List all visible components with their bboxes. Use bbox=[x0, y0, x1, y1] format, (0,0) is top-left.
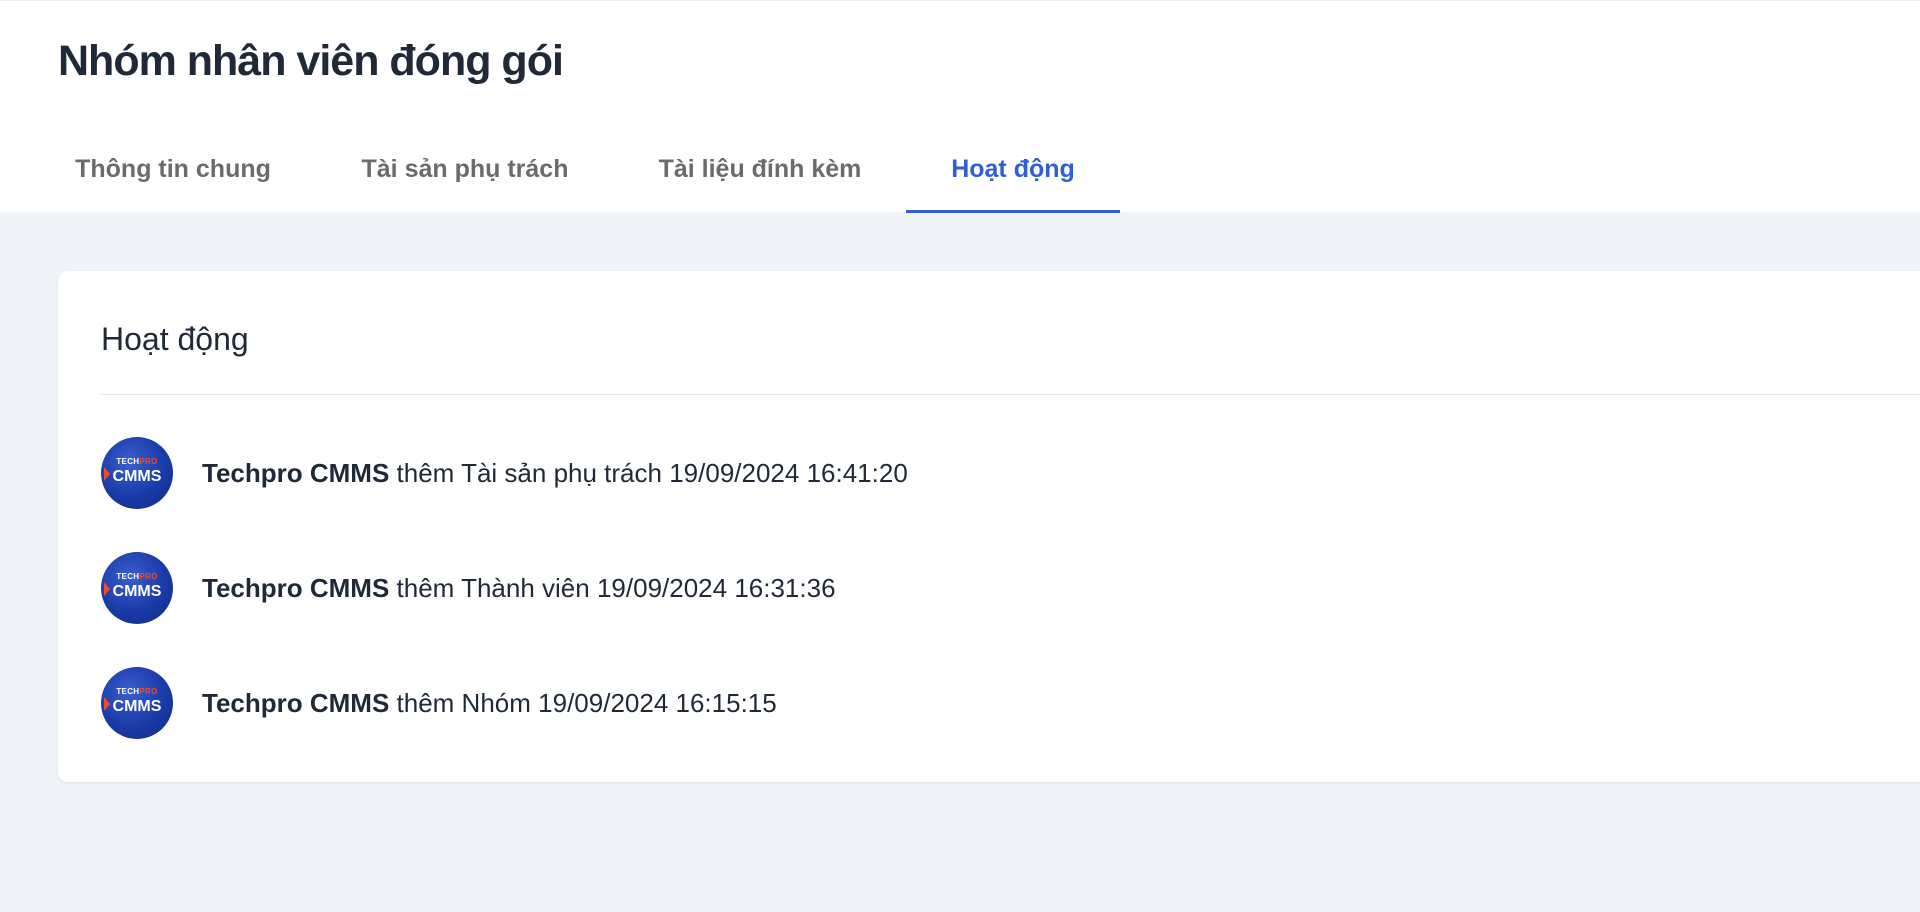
activity-card-title: Hoạt động bbox=[101, 321, 249, 357]
tab-activity[interactable]: Hoạt động bbox=[906, 133, 1120, 213]
avatar-brand-top: TECHPRO bbox=[116, 457, 158, 466]
avatar-brand-main: CMMS bbox=[112, 698, 162, 715]
avatar: TECHPRO CMMS bbox=[101, 437, 173, 509]
activity-actor: Techpro CMMS bbox=[202, 687, 390, 718]
avatar: TECHPRO CMMS bbox=[101, 667, 173, 739]
activity-action: thêm Nhóm bbox=[396, 687, 531, 718]
activity-text: Techpro CMMS thêm Tài sản phụ trách 19/0… bbox=[202, 458, 908, 489]
activity-card: Hoạt động TECHPRO CMMS Techpro CMMS thêm… bbox=[58, 271, 1920, 782]
avatar: TECHPRO CMMS bbox=[101, 552, 173, 624]
avatar-brand-top: TECHPRO bbox=[116, 572, 158, 581]
avatar-brand-top: TECHPRO bbox=[116, 687, 158, 696]
avatar-brand-main: CMMS bbox=[112, 468, 162, 485]
divider bbox=[101, 394, 1920, 395]
activity-text: Techpro CMMS thêm Thành viên 19/09/2024 … bbox=[202, 573, 836, 604]
activity-timestamp: 19/09/2024 16:41:20 bbox=[669, 457, 908, 488]
page-header: Nhóm nhân viên đóng gói Thông tin chung … bbox=[0, 0, 1920, 213]
activity-text: Techpro CMMS thêm Nhóm 19/09/2024 16:15:… bbox=[202, 688, 777, 719]
activity-item: TECHPRO CMMS Techpro CMMS thêm Thành viê… bbox=[101, 552, 836, 624]
tab-general-info[interactable]: Thông tin chung bbox=[58, 133, 288, 213]
activity-item: TECHPRO CMMS Techpro CMMS thêm Tài sản p… bbox=[101, 437, 908, 509]
activity-actor: Techpro CMMS bbox=[202, 572, 390, 603]
activity-item: TECHPRO CMMS Techpro CMMS thêm Nhóm 19/0… bbox=[101, 667, 777, 739]
activity-timestamp: 19/09/2024 16:15:15 bbox=[538, 687, 777, 718]
activity-action: thêm Tài sản phụ trách bbox=[396, 457, 662, 488]
tab-assets[interactable]: Tài sản phụ trách bbox=[346, 133, 584, 213]
activity-timestamp: 19/09/2024 16:31:36 bbox=[596, 572, 836, 603]
avatar-brand-main: CMMS bbox=[112, 583, 162, 600]
tab-attachments[interactable]: Tài liệu đính kèm bbox=[642, 133, 878, 213]
activity-actor: Techpro CMMS bbox=[202, 457, 390, 488]
page-title: Nhóm nhân viên đóng gói bbox=[58, 37, 564, 85]
activity-action: thêm Thành viên bbox=[396, 572, 590, 603]
